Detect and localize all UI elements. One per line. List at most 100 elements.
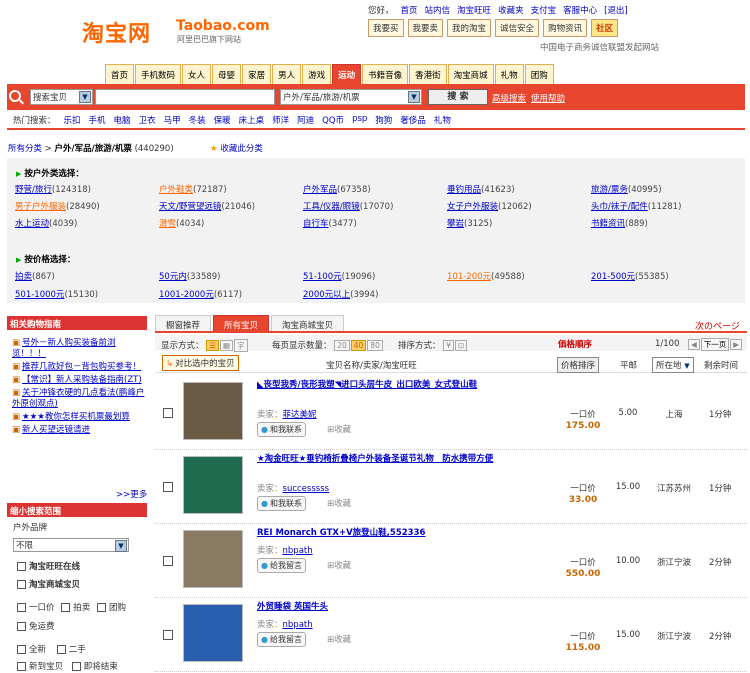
category-link[interactable]: 自行车(3477) xyxy=(303,217,357,229)
nav-tab-baby[interactable]: 母婴 xyxy=(212,64,242,84)
category-link[interactable]: 拍卖(867) xyxy=(15,270,55,282)
help-link[interactable]: 使用帮助 xyxy=(531,92,565,104)
nav-tab-sports[interactable]: 运动 xyxy=(332,64,362,84)
taobao-logo-en[interactable]: Taobao.com xyxy=(176,18,270,34)
checkbox[interactable] xyxy=(17,645,26,654)
compare-button[interactable]: 对比选中的宝贝 xyxy=(162,355,239,371)
guide-item[interactable]: 关于冲锋衣硬的几点看法(鹏峰户外原创观点) xyxy=(12,388,147,410)
checkbox[interactable] xyxy=(56,645,66,654)
hot-item[interactable]: 卫衣 xyxy=(139,114,156,126)
product-title[interactable]: REI Monarch GTX+V旅登山鞋,552336 xyxy=(257,528,517,539)
search-button[interactable]: 搜 索 xyxy=(428,89,488,105)
hot-item[interactable]: 马甲 xyxy=(164,114,181,126)
next-arrow-icon[interactable]: ▶ xyxy=(730,339,743,350)
community-button[interactable]: 社区 xyxy=(591,19,619,37)
guide-item[interactable]: 号外－新人购买装备前浏览！！！ xyxy=(12,338,147,360)
checkbox[interactable] xyxy=(17,662,26,671)
product-image[interactable] xyxy=(183,382,243,440)
category-link[interactable]: 户外军品(67358) xyxy=(303,183,371,195)
category-link[interactable]: 50元内(33589) xyxy=(159,270,221,282)
hot-item[interactable]: 狗狗 xyxy=(375,114,392,126)
product-title[interactable]: ★淘金旺旺★垂钓椅折叠椅户外装备圣诞节礼物 防水携带方便 xyxy=(257,454,517,465)
product-title[interactable]: ◣丧型我秀/丧形我塑◥进口头层牛皮_出口欧美_女式登山鞋 xyxy=(257,380,517,391)
checkbox[interactable] xyxy=(96,603,106,612)
category-link[interactable]: 工具/仪器/眼镜(17070) xyxy=(303,200,393,212)
nav-tab-games[interactable]: 游戏 xyxy=(302,64,332,84)
breadcrumb-root[interactable]: 所有分类 xyxy=(8,144,42,154)
top-link-favorites[interactable]: 收藏夹 xyxy=(498,4,524,16)
category-link[interactable]: 书籍资讯(889) xyxy=(591,217,648,229)
hot-item[interactable]: 手机 xyxy=(89,114,106,126)
next-page-button[interactable]: 下一页 xyxy=(700,338,730,351)
filter-free-ship[interactable]: 免运费 xyxy=(17,620,55,632)
hot-item[interactable]: 保暖 xyxy=(214,114,231,126)
hot-item[interactable]: 阿迪 xyxy=(297,114,314,126)
filter-online[interactable]: 淘宝旺旺在线 xyxy=(17,560,80,572)
safety-button[interactable]: 诚信安全 xyxy=(495,19,540,37)
category-link[interactable]: 野营/旅行(124318) xyxy=(15,183,91,195)
per-page-option[interactable]: 80 xyxy=(367,340,383,351)
tab-mall-items[interactable]: 淘宝商城宝贝 xyxy=(271,315,345,331)
seller-link[interactable]: 菲达美妮 xyxy=(283,410,317,420)
hot-item[interactable]: 师洋 xyxy=(272,114,289,126)
checkbox[interactable] xyxy=(61,603,71,612)
category-link[interactable]: 垂钓用品(41623) xyxy=(447,183,515,195)
row-checkbox[interactable] xyxy=(163,630,173,640)
top-link-messages[interactable]: 站内信 xyxy=(425,4,451,16)
category-link[interactable]: 51-100元(19096) xyxy=(303,270,375,282)
category-link[interactable]: 101-200元(49588) xyxy=(447,270,525,282)
sell-button[interactable]: 我要卖 xyxy=(407,19,444,37)
hot-item[interactable]: 床上桌 xyxy=(239,114,265,126)
grid-view-icon[interactable]: ▦ xyxy=(219,340,234,351)
tab-all-items[interactable]: 所有宝贝 xyxy=(213,315,270,331)
seller-link[interactable]: nbpath xyxy=(283,620,313,630)
nav-tab-home[interactable]: 首页 xyxy=(105,64,135,84)
hot-item[interactable]: 冬装 xyxy=(189,114,206,126)
category-link[interactable]: 旅游/票务(40995) xyxy=(591,183,662,195)
seller-link[interactable]: nbpath xyxy=(283,546,313,556)
category-link[interactable]: 攀岩(3125) xyxy=(447,217,492,229)
favorite-category-link[interactable]: ★ 收藏此分类 xyxy=(210,142,263,154)
category-link[interactable]: 女子户外服装(12062) xyxy=(447,200,532,212)
guide-item[interactable]: ★★★教你怎样买机票最划算 xyxy=(12,412,147,423)
contact-button[interactable]: 给我留言 xyxy=(257,558,306,573)
guide-item[interactable]: 新人买望远镜请进 xyxy=(12,425,147,436)
prev-page-icon[interactable]: ◀ xyxy=(688,339,700,350)
news-button[interactable]: 购物资讯 xyxy=(543,19,588,37)
hot-item[interactable]: QQ币 xyxy=(322,114,344,126)
nav-tab-books[interactable]: 书籍音像 xyxy=(362,64,409,84)
checkbox[interactable] xyxy=(71,662,81,671)
nav-tab-gifts[interactable]: 礼物 xyxy=(494,64,524,84)
brand-select[interactable]: 不限 ▼ xyxy=(13,538,129,552)
nav-tab-hk[interactable]: 香港街 xyxy=(409,64,447,84)
contact-button[interactable]: 和我联系 xyxy=(257,422,306,437)
top-link-alipay[interactable]: 支付宝 xyxy=(531,4,557,16)
collect-link[interactable]: ⊞收藏 xyxy=(327,497,351,509)
top-link-home[interactable]: 首页 xyxy=(401,4,418,16)
list-view-icon[interactable]: ☰ xyxy=(206,340,219,351)
hot-item[interactable]: 电脑 xyxy=(114,114,131,126)
row-checkbox[interactable] xyxy=(163,556,173,566)
contact-button[interactable]: 给我留言 xyxy=(257,632,306,647)
category-link[interactable]: 2000元以上(3994) xyxy=(303,288,378,300)
search-type-select[interactable]: 搜索宝贝 ▼ xyxy=(30,89,93,105)
contact-button[interactable]: 和我联系 xyxy=(257,496,306,511)
category-link[interactable]: 天文/野营望远镜(21046) xyxy=(159,200,255,212)
hot-item[interactable]: 奢侈品 xyxy=(400,114,426,126)
top-link-service[interactable]: 客服中心 xyxy=(563,4,597,16)
category-link[interactable]: 户外鞋类(72187) xyxy=(159,183,227,195)
product-image[interactable] xyxy=(183,530,243,588)
collect-link[interactable]: ⊞收藏 xyxy=(327,559,351,571)
advanced-search-link[interactable]: 高级搜索 xyxy=(492,92,526,104)
row-checkbox[interactable] xyxy=(163,408,173,418)
product-image[interactable] xyxy=(183,456,243,514)
hot-item[interactable]: 乐扣 xyxy=(64,114,81,126)
nav-tab-group[interactable]: 团购 xyxy=(524,64,554,84)
more-guides-link[interactable]: >>更多 xyxy=(116,488,147,500)
nav-tab-men[interactable]: 男人 xyxy=(272,64,302,84)
search-input[interactable] xyxy=(95,89,275,105)
per-page-option[interactable]: 20 xyxy=(334,340,350,351)
tab-showcase[interactable]: 橱窗推荐 xyxy=(155,315,212,331)
per-page-option[interactable]: 40 xyxy=(350,340,367,351)
category-link[interactable]: 501-1000元(15130) xyxy=(15,288,98,300)
